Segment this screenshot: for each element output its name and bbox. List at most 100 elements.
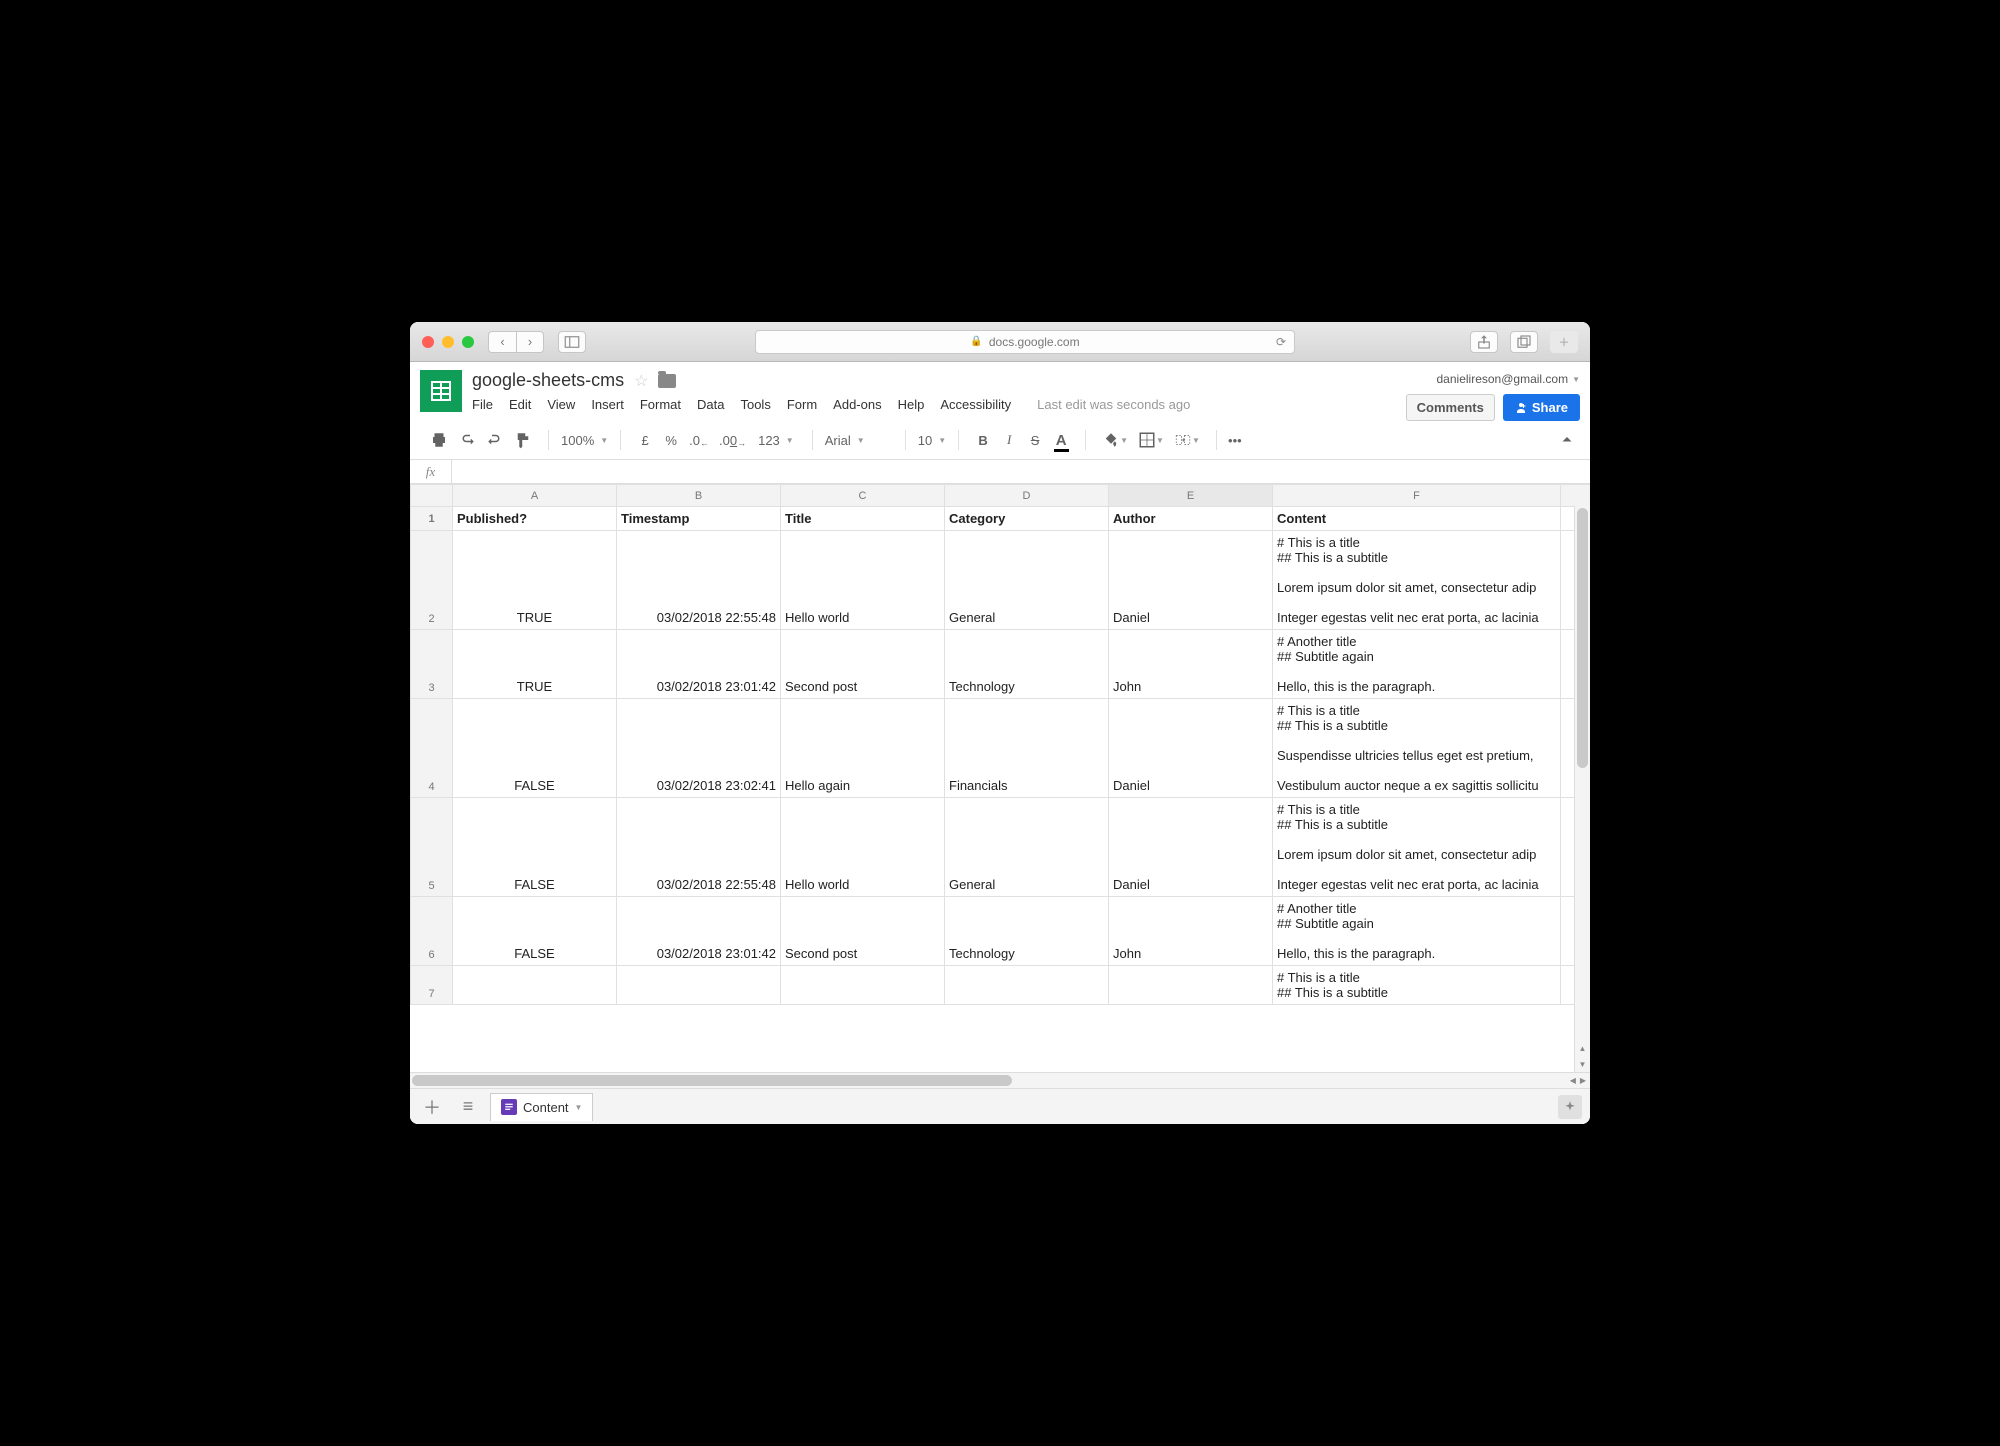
col-header-f[interactable]: F [1273,485,1561,507]
col-header-g[interactable]: G [1561,485,1591,507]
font-family-select[interactable]: Arial▼ [819,433,899,448]
share-button[interactable]: Share [1503,394,1580,421]
explore-button[interactable] [1558,1095,1582,1119]
all-sheets-button[interactable]: ≡ [454,1093,482,1121]
cell[interactable]: 03/02/2018 23:01:42 [617,897,781,966]
cell[interactable]: Second post [781,897,945,966]
reload-icon[interactable]: ⟳ [1276,335,1286,349]
back-button[interactable]: ‹ [488,331,516,353]
spreadsheet-grid[interactable]: A B C D E F G 1Published?TimestampTitleC… [410,484,1590,1072]
share-safari-button[interactable] [1470,331,1498,353]
bold-button[interactable]: B [971,427,995,453]
row-header[interactable]: 4 [411,699,453,798]
formula-input[interactable] [452,464,1590,479]
maximize-window-button[interactable] [462,336,474,348]
number-format-select[interactable]: 123▼ [752,433,800,448]
row-header[interactable]: 5 [411,798,453,897]
cell[interactable]: TRUE [453,531,617,630]
strikethrough-button[interactable]: S [1023,427,1047,453]
minimize-window-button[interactable] [442,336,454,348]
cell[interactable]: # This is a title ## This is a subtitle … [1273,699,1561,798]
font-size-select[interactable]: 10▼ [912,433,952,448]
cell[interactable]: FALSE [453,798,617,897]
cell[interactable]: Daniel [1109,798,1273,897]
redo-button[interactable] [482,427,508,453]
document-title[interactable]: google-sheets-cms [472,370,624,391]
menu-addons[interactable]: Add-ons [833,397,881,412]
tabs-button[interactable] [1510,331,1538,353]
cell[interactable]: Technology [945,630,1109,699]
col-header-a[interactable]: A [453,485,617,507]
star-icon[interactable]: ☆ [634,371,648,391]
cell[interactable]: FALSE [453,699,617,798]
cell[interactable]: Content [1273,507,1561,531]
italic-button[interactable]: I [997,427,1021,453]
row-header[interactable]: 7 [411,966,453,1005]
menu-help[interactable]: Help [898,397,925,412]
undo-button[interactable] [454,427,480,453]
cell[interactable]: Daniel [1109,699,1273,798]
sheets-logo-icon[interactable] [420,370,462,412]
cell[interactable]: 03/02/2018 22:55:48 [617,798,781,897]
cell[interactable]: 03/02/2018 23:02:41 [617,699,781,798]
scroll-right-icon[interactable]: ▶ [1580,1076,1586,1085]
horizontal-scrollbar[interactable]: ◀▶ [410,1072,1590,1088]
address-bar[interactable]: 🔒 docs.google.com ⟳ [755,330,1295,354]
sheet-tab-content[interactable]: Content ▼ [490,1093,593,1121]
folder-icon[interactable] [658,374,676,388]
scroll-down-icon[interactable]: ▼ [1575,1056,1590,1072]
scrollbar-thumb[interactable] [1577,508,1588,768]
cell[interactable] [1109,966,1273,1005]
format-currency-button[interactable]: £ [633,427,657,453]
cell[interactable] [945,966,1109,1005]
h-scrollbar-thumb[interactable] [412,1075,1012,1086]
row-header[interactable]: 1 [411,507,453,531]
cell[interactable]: TRUE [453,630,617,699]
more-toolbar-button[interactable]: ••• [1223,427,1247,453]
cell[interactable]: # This is a title ## This is a subtitle … [1273,531,1561,630]
print-button[interactable] [426,427,452,453]
cell[interactable]: Timestamp [617,507,781,531]
forward-button[interactable]: › [516,331,544,353]
row-header[interactable]: 6 [411,897,453,966]
comments-button[interactable]: Comments [1406,394,1495,421]
cell[interactable]: # Another title ## Subtitle again Hello,… [1273,897,1561,966]
cell[interactable]: Title [781,507,945,531]
col-header-c[interactable]: C [781,485,945,507]
menu-view[interactable]: View [547,397,575,412]
cell[interactable]: Technology [945,897,1109,966]
close-window-button[interactable] [422,336,434,348]
zoom-select[interactable]: 100%▼ [555,433,614,448]
menu-file[interactable]: File [472,397,493,412]
col-header-d[interactable]: D [945,485,1109,507]
decrease-decimal-button[interactable]: .0← [685,427,713,453]
vertical-scrollbar[interactable]: ▲ ▼ [1574,506,1590,1072]
cell[interactable]: Published? [453,507,617,531]
cell[interactable]: Author [1109,507,1273,531]
cell[interactable]: John [1109,630,1273,699]
new-tab-button[interactable]: ＋ [1550,331,1578,353]
cell[interactable]: Category [945,507,1109,531]
borders-button[interactable]: ▼ [1134,427,1168,453]
cell[interactable]: John [1109,897,1273,966]
cell[interactable]: General [945,798,1109,897]
cell[interactable]: Hello world [781,798,945,897]
row-header[interactable]: 3 [411,630,453,699]
cell[interactable]: General [945,531,1109,630]
merge-cells-button[interactable]: ▼ [1170,427,1204,453]
menu-edit[interactable]: Edit [509,397,531,412]
increase-decimal-button[interactable]: .00→ [715,427,750,453]
cell[interactable]: 03/02/2018 22:55:48 [617,531,781,630]
cell[interactable]: Financials [945,699,1109,798]
cell[interactable]: FALSE [453,897,617,966]
menu-format[interactable]: Format [640,397,681,412]
format-percent-button[interactable]: % [659,427,683,453]
cell[interactable]: Hello again [781,699,945,798]
menu-insert[interactable]: Insert [591,397,624,412]
cell[interactable]: 03/02/2018 23:01:42 [617,630,781,699]
row-header[interactable]: 2 [411,531,453,630]
scroll-left-icon[interactable]: ◀ [1570,1076,1576,1085]
cell[interactable] [453,966,617,1005]
select-all-cell[interactable] [411,485,453,507]
cell[interactable]: # Another title ## Subtitle again Hello,… [1273,630,1561,699]
